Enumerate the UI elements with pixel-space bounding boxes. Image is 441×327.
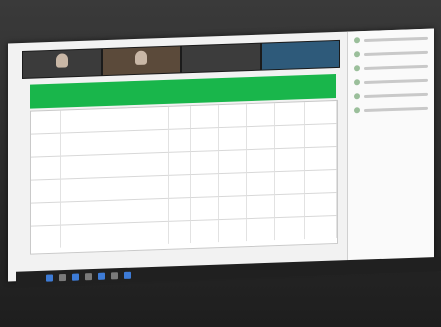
participant-icon <box>354 93 360 100</box>
table-cell <box>305 146 337 171</box>
search-icon[interactable] <box>59 273 66 281</box>
table-cell <box>169 198 191 221</box>
table-cell <box>305 169 337 194</box>
table-cell <box>191 128 219 152</box>
participant-list-item[interactable] <box>354 75 428 88</box>
table-cell <box>305 123 337 148</box>
video-strip <box>22 39 340 79</box>
video-tile-1[interactable] <box>23 49 101 78</box>
participant-avatar <box>135 50 148 65</box>
table-cell <box>275 148 305 172</box>
participant-label <box>364 106 428 112</box>
table-cell <box>169 221 191 244</box>
table-cell <box>31 225 61 249</box>
table-cell <box>31 156 61 180</box>
video-tile-2[interactable] <box>102 46 180 76</box>
screen <box>8 28 434 282</box>
table-cell <box>247 103 275 127</box>
table-cell <box>219 219 247 243</box>
participant-icon <box>354 37 360 44</box>
participants-panel <box>347 28 434 270</box>
app-icon[interactable] <box>98 272 105 280</box>
table-cell <box>275 125 305 149</box>
table-cell <box>219 104 247 128</box>
app-icon[interactable] <box>85 272 92 280</box>
table-cell <box>169 129 191 152</box>
table-cell <box>31 110 61 134</box>
table-cell <box>31 202 61 226</box>
participant-icon <box>354 79 360 86</box>
video-tile-4[interactable] <box>261 40 339 70</box>
participant-name <box>139 72 143 74</box>
participant-avatar <box>55 53 68 68</box>
table-cell <box>191 151 219 175</box>
table-cell <box>219 127 247 151</box>
table-cell <box>31 133 61 157</box>
table-cell <box>305 100 337 125</box>
app-icon[interactable] <box>72 273 79 281</box>
participant-list-item[interactable] <box>354 103 428 116</box>
table-cell <box>61 129 169 156</box>
table-cell <box>219 196 247 220</box>
table-cell <box>191 174 219 198</box>
table-cell <box>61 106 169 133</box>
participant-name <box>298 66 302 68</box>
table-cell <box>275 102 305 126</box>
table-cell <box>247 126 275 150</box>
participant-list-item[interactable] <box>354 47 428 60</box>
table-cell <box>247 149 275 173</box>
table-cell <box>247 218 275 242</box>
participant-name <box>219 69 223 71</box>
participant-icon <box>354 107 360 114</box>
app-icon[interactable] <box>111 271 118 279</box>
participant-list-item[interactable] <box>354 61 428 74</box>
table-cell <box>191 197 219 221</box>
table-cell <box>31 179 61 203</box>
table-cell <box>305 215 337 240</box>
table-cell <box>169 175 191 198</box>
table-cell <box>219 173 247 197</box>
participant-list-item[interactable] <box>354 89 428 102</box>
participant-label <box>364 50 428 56</box>
table-cell <box>61 175 169 202</box>
table-cell <box>247 195 275 219</box>
table-cell <box>219 150 247 174</box>
video-tile-3[interactable] <box>182 43 260 73</box>
table-cell <box>169 152 191 175</box>
participant-list-item[interactable] <box>354 33 428 46</box>
table-cell <box>61 198 169 225</box>
table-cell <box>191 220 219 244</box>
participant-name <box>60 74 64 76</box>
table-cell <box>305 192 337 217</box>
app-icon[interactable] <box>124 271 131 279</box>
participant-icon <box>354 51 360 58</box>
start-icon[interactable] <box>46 273 53 282</box>
participant-icon <box>354 65 360 72</box>
participant-label <box>364 78 428 84</box>
data-table <box>30 99 338 255</box>
table-cell <box>61 152 169 179</box>
participant-label <box>364 92 428 98</box>
table-cell <box>275 171 305 195</box>
table-cell <box>247 172 275 196</box>
table-cell <box>169 106 191 129</box>
table-cell <box>275 194 305 218</box>
participant-label <box>364 36 428 42</box>
table-cell <box>191 105 219 129</box>
participant-label <box>364 64 428 70</box>
table-cell <box>61 221 169 248</box>
table-cell <box>275 217 305 241</box>
